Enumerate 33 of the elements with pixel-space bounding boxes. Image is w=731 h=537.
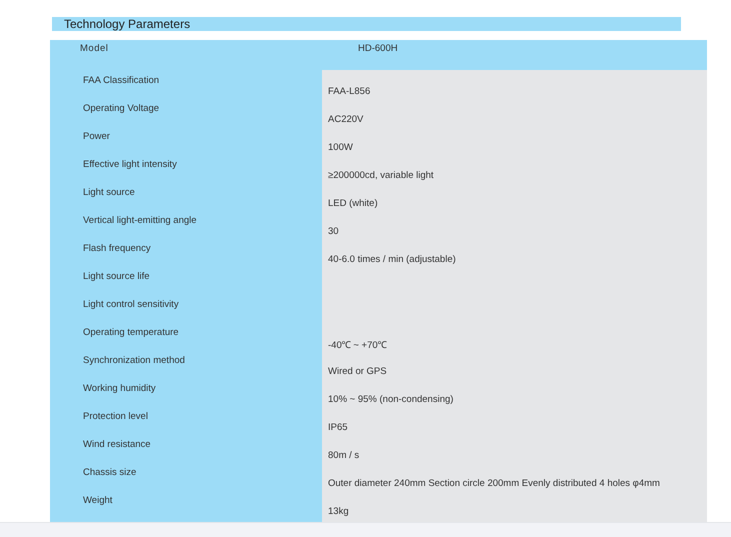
parameter-label: Light source life bbox=[83, 270, 150, 282]
parameter-label: Protection level bbox=[83, 410, 148, 422]
parameter-label: Light control sensitivity bbox=[83, 298, 179, 310]
model-label: Model bbox=[80, 42, 108, 54]
parameter-label: Power bbox=[83, 130, 110, 142]
parameter-value: IP65 bbox=[328, 421, 348, 433]
parameter-value: 40-6.0 times / min (adjustable) bbox=[328, 253, 456, 265]
parameter-value: 10% ~ 95% (non-condensing) bbox=[328, 393, 454, 405]
parameter-value: 13kg bbox=[328, 505, 349, 517]
parameter-label: FAA Classification bbox=[83, 74, 160, 86]
parameter-label: Light source bbox=[83, 186, 135, 198]
parameter-value: 100W bbox=[328, 141, 353, 153]
parameter-label: Vertical light-emitting angle bbox=[83, 214, 197, 226]
parameter-value: ≥200000cd, variable light bbox=[328, 169, 434, 181]
parameter-value: FAA-L856 bbox=[328, 85, 370, 97]
parameter-value: 80m / s bbox=[328, 449, 360, 461]
parameter-label: Effective light intensity bbox=[83, 158, 177, 170]
model-value: HD-600H bbox=[358, 42, 398, 54]
parameter-value: Wired or GPS bbox=[328, 365, 387, 377]
parameter-label: Synchronization method bbox=[83, 354, 185, 366]
parameter-label: Wind resistance bbox=[83, 438, 151, 450]
parameter-value: AC220V bbox=[328, 113, 364, 125]
parameter-value: LED (white) bbox=[328, 197, 378, 209]
parameter-label: Flash frequency bbox=[83, 242, 151, 254]
section-title: Technology Parameters bbox=[52, 17, 681, 31]
parameter-value: 30 bbox=[328, 225, 339, 237]
parameter-label: Operating temperature bbox=[83, 326, 179, 338]
parameter-label: Operating Voltage bbox=[83, 102, 160, 114]
parameter-label: Weight bbox=[83, 494, 112, 506]
parameter-label: Chassis size bbox=[83, 466, 136, 478]
parameter-value: Outer diameter 240mm Section circle 200mm Evenly distributed 4 holes φ4mm bbox=[328, 477, 660, 489]
parameter-value: -40℃ ~ +70℃ bbox=[328, 339, 387, 351]
parameter-label: Working humidity bbox=[83, 382, 156, 394]
